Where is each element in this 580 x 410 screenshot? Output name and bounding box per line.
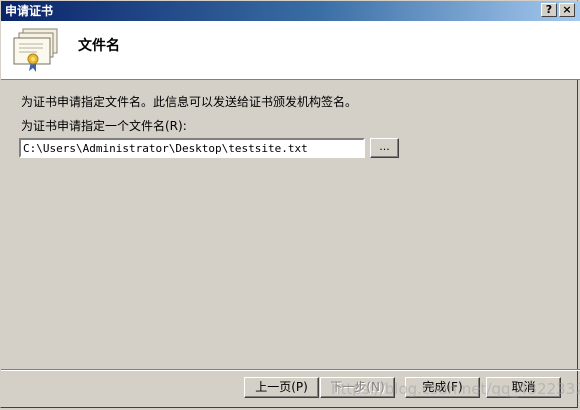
window-title: 申请证书: [5, 4, 54, 18]
filename-input[interactable]: [19, 138, 365, 158]
dialog-window: 申请证书 ? × 文件名 为证书申请指定文件名。此信息可以发送给证书颁发机构签名…: [0, 0, 580, 408]
footer-divider: [1, 369, 580, 371]
finish-button[interactable]: 完成(F): [405, 377, 480, 398]
description-text: 为证书申请指定文件名。此信息可以发送给证书颁发机构签名。: [21, 95, 358, 109]
page-title: 文件名: [78, 38, 120, 54]
title-bar[interactable]: 申请证书 ? ×: [1, 1, 580, 21]
certificate-icon: [9, 27, 61, 73]
close-button[interactable]: ×: [559, 3, 575, 17]
next-button[interactable]: 下一步(N): [320, 377, 395, 398]
wizard-header: 文件名: [1, 21, 580, 80]
wizard-content: 为证书申请指定文件名。此信息可以发送给证书颁发机构签名。 为证书申请指定一个文件…: [1, 80, 580, 368]
cancel-button[interactable]: 取消: [486, 377, 561, 398]
back-button[interactable]: 上一页(P): [244, 377, 319, 398]
browse-button[interactable]: ...: [370, 138, 399, 158]
help-button[interactable]: ?: [541, 3, 557, 17]
filename-label: 为证书申请指定一个文件名(R):: [21, 119, 187, 133]
